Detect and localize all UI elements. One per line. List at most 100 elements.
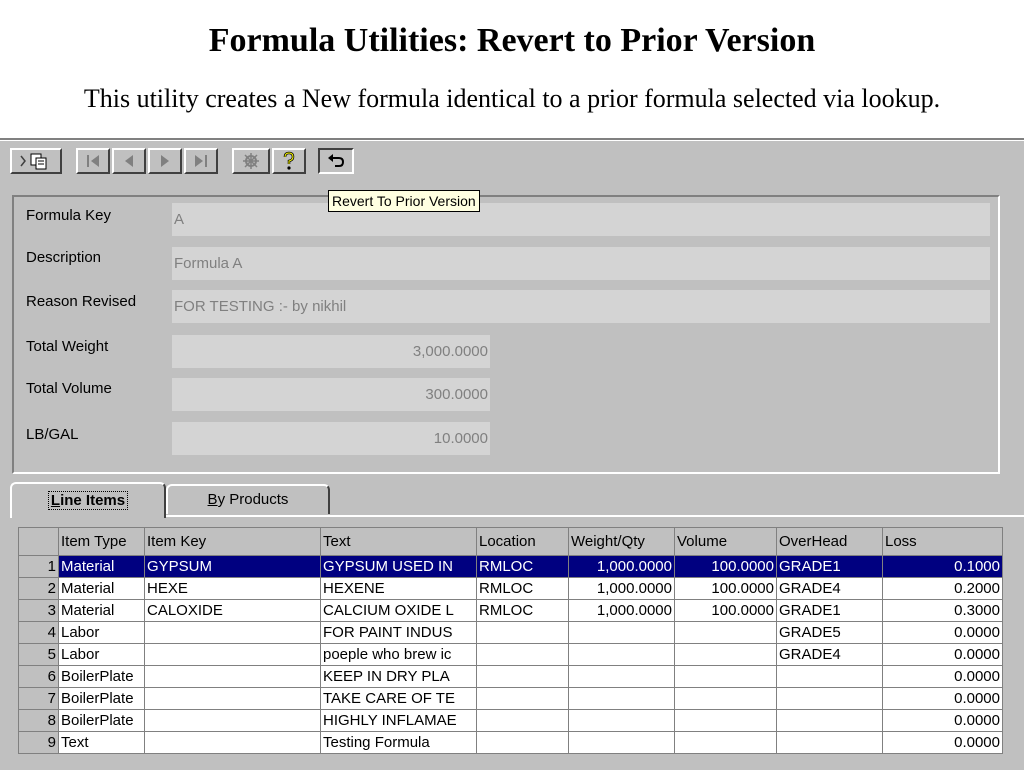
column-header-volume[interactable]: Volume: [674, 527, 777, 556]
column-header-loss[interactable]: Loss: [882, 527, 1003, 556]
column-header-item-key[interactable]: Item Key: [144, 527, 321, 556]
column-header-text[interactable]: Text: [320, 527, 477, 556]
table-row[interactable]: 9 Text Testing Formula 0.0000: [18, 731, 1003, 754]
total-volume-field[interactable]: 300.0000: [172, 378, 490, 411]
item-key-cell[interactable]: CALOXIDE: [144, 599, 321, 622]
table-row[interactable]: 7 BoilerPlate TAKE CARE OF TE 0.0000: [18, 687, 1003, 710]
revert-to-prior-version-button[interactable]: [318, 148, 354, 174]
location-cell[interactable]: RMLOC: [476, 599, 569, 622]
loss-cell[interactable]: 0.2000: [882, 577, 1003, 600]
item-key-cell[interactable]: [144, 643, 321, 666]
location-cell[interactable]: [476, 709, 569, 732]
total-weight-field[interactable]: 3,000.0000: [172, 335, 490, 368]
line-items-grid[interactable]: Item Type Item Key Text Location Weight/…: [18, 527, 1003, 754]
column-header-weight-qty[interactable]: Weight/Qty: [568, 527, 675, 556]
help-button[interactable]: [272, 148, 306, 174]
loss-cell[interactable]: 0.3000: [882, 599, 1003, 622]
item-type-cell[interactable]: BoilerPlate: [58, 665, 145, 688]
overhead-cell[interactable]: GRADE4: [776, 577, 883, 600]
item-key-cell[interactable]: [144, 621, 321, 644]
weight-qty-cell[interactable]: 1,000.0000: [568, 555, 675, 578]
item-key-cell[interactable]: [144, 731, 321, 754]
text-cell[interactable]: TAKE CARE OF TE: [320, 687, 477, 710]
location-cell[interactable]: [476, 665, 569, 688]
item-type-cell[interactable]: Labor: [58, 643, 145, 666]
overhead-cell[interactable]: [776, 665, 883, 688]
table-row[interactable]: 8 BoilerPlate HIGHLY INFLAMAE 0.0000: [18, 709, 1003, 732]
item-key-cell[interactable]: HEXE: [144, 577, 321, 600]
text-cell[interactable]: Testing Formula: [320, 731, 477, 754]
tab-by-products[interactable]: By Products: [166, 484, 330, 514]
next-record-button[interactable]: [148, 148, 182, 174]
table-row[interactable]: 1 Material GYPSUM GYPSUM USED IN RMLOC 1…: [18, 555, 1003, 578]
item-key-cell[interactable]: [144, 687, 321, 710]
item-type-cell[interactable]: Labor: [58, 621, 145, 644]
weight-qty-cell[interactable]: [568, 621, 675, 644]
item-key-cell[interactable]: [144, 709, 321, 732]
table-row[interactable]: 2 Material HEXE HEXENE RMLOC 1,000.0000 …: [18, 577, 1003, 600]
weight-qty-cell[interactable]: [568, 731, 675, 754]
loss-cell[interactable]: 0.0000: [882, 665, 1003, 688]
table-row[interactable]: 4 Labor FOR PAINT INDUS GRADE5 0.0000: [18, 621, 1003, 644]
weight-qty-cell[interactable]: 1,000.0000: [568, 577, 675, 600]
volume-cell[interactable]: 100.0000: [674, 555, 777, 578]
weight-qty-cell[interactable]: [568, 687, 675, 710]
overhead-cell[interactable]: GRADE5: [776, 621, 883, 644]
copy-button[interactable]: [10, 148, 62, 174]
formula-key-field[interactable]: A: [172, 203, 990, 236]
column-header-item-type[interactable]: Item Type: [58, 527, 145, 556]
item-type-cell[interactable]: Text: [58, 731, 145, 754]
text-cell[interactable]: poeple who brew ic: [320, 643, 477, 666]
volume-cell[interactable]: [674, 665, 777, 688]
item-key-cell[interactable]: GYPSUM: [144, 555, 321, 578]
loss-cell[interactable]: 0.1000: [882, 555, 1003, 578]
loss-cell[interactable]: 0.0000: [882, 709, 1003, 732]
table-row[interactable]: 6 BoilerPlate KEEP IN DRY PLA 0.0000: [18, 665, 1003, 688]
table-row[interactable]: 3 Material CALOXIDE CALCIUM OXIDE L RMLO…: [18, 599, 1003, 622]
volume-cell[interactable]: [674, 643, 777, 666]
location-cell[interactable]: [476, 687, 569, 710]
volume-cell[interactable]: [674, 621, 777, 644]
weight-qty-cell[interactable]: 1,000.0000: [568, 599, 675, 622]
overhead-cell[interactable]: [776, 731, 883, 754]
reason-revised-field[interactable]: FOR TESTING :- by nikhil: [172, 290, 990, 323]
column-header-location[interactable]: Location: [476, 527, 569, 556]
lb-gal-field[interactable]: 10.0000: [172, 422, 490, 455]
tools-button[interactable]: [232, 148, 270, 174]
loss-cell[interactable]: 0.0000: [882, 731, 1003, 754]
overhead-cell[interactable]: GRADE1: [776, 599, 883, 622]
volume-cell[interactable]: 100.0000: [674, 577, 777, 600]
overhead-cell[interactable]: [776, 687, 883, 710]
item-type-cell[interactable]: BoilerPlate: [58, 687, 145, 710]
item-type-cell[interactable]: Material: [58, 577, 145, 600]
last-record-button[interactable]: [184, 148, 218, 174]
text-cell[interactable]: FOR PAINT INDUS: [320, 621, 477, 644]
overhead-cell[interactable]: GRADE4: [776, 643, 883, 666]
item-type-cell[interactable]: Material: [58, 599, 145, 622]
loss-cell[interactable]: 0.0000: [882, 621, 1003, 644]
location-cell[interactable]: [476, 643, 569, 666]
volume-cell[interactable]: 100.0000: [674, 599, 777, 622]
text-cell[interactable]: CALCIUM OXIDE L: [320, 599, 477, 622]
weight-qty-cell[interactable]: [568, 643, 675, 666]
weight-qty-cell[interactable]: [568, 665, 675, 688]
table-row[interactable]: 5 Labor poeple who brew ic GRADE4 0.0000: [18, 643, 1003, 666]
overhead-cell[interactable]: [776, 709, 883, 732]
location-cell[interactable]: [476, 731, 569, 754]
previous-record-button[interactable]: [112, 148, 146, 174]
loss-cell[interactable]: 0.0000: [882, 687, 1003, 710]
item-key-cell[interactable]: [144, 665, 321, 688]
location-cell[interactable]: RMLOC: [476, 577, 569, 600]
volume-cell[interactable]: [674, 731, 777, 754]
volume-cell[interactable]: [674, 709, 777, 732]
volume-cell[interactable]: [674, 687, 777, 710]
item-type-cell[interactable]: Material: [58, 555, 145, 578]
first-record-button[interactable]: [76, 148, 110, 174]
text-cell[interactable]: HIGHLY INFLAMAE: [320, 709, 477, 732]
text-cell[interactable]: KEEP IN DRY PLA: [320, 665, 477, 688]
item-type-cell[interactable]: BoilerPlate: [58, 709, 145, 732]
text-cell[interactable]: HEXENE: [320, 577, 477, 600]
loss-cell[interactable]: 0.0000: [882, 643, 1003, 666]
tab-line-items[interactable]: Line Items: [10, 482, 166, 518]
text-cell[interactable]: GYPSUM USED IN: [320, 555, 477, 578]
